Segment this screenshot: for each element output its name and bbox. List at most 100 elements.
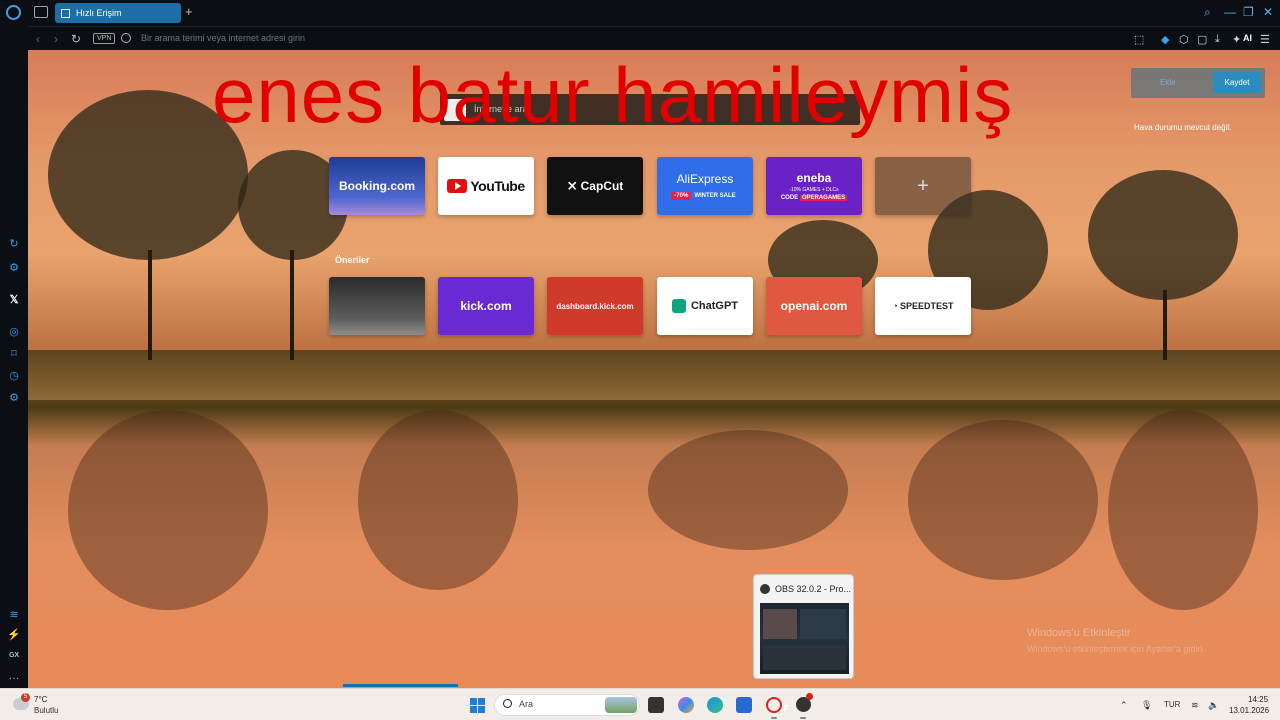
tab-islands-icon[interactable] bbox=[34, 6, 48, 18]
store-icon[interactable] bbox=[736, 697, 752, 713]
speed-dial-speedtest[interactable]: ◔ SPEEDTEST bbox=[875, 277, 971, 335]
update-icon[interactable]: ↻ bbox=[7, 237, 21, 250]
mouse-cursor bbox=[784, 705, 789, 713]
grid-icon bbox=[61, 8, 70, 18]
tile-label: eneba bbox=[796, 171, 832, 185]
speed-dial-dashboard-kick[interactable]: dashboard.kick.com bbox=[547, 277, 643, 335]
speed-dial-aliexpress[interactable]: AliExpress -70% WINTER SALE bbox=[657, 157, 753, 215]
search-icon bbox=[121, 33, 131, 43]
recording-indicator-icon bbox=[806, 693, 813, 700]
tree-reflection bbox=[68, 410, 268, 610]
obs-thumbnail[interactable] bbox=[760, 603, 849, 674]
start-button[interactable] bbox=[470, 698, 485, 713]
add-site-button[interactable]: + bbox=[875, 157, 971, 215]
speed-dial-eneba[interactable]: eneba -10% GAMES + DLCs CODE OPERAGAMES bbox=[766, 157, 862, 215]
search-highlight-image[interactable] bbox=[605, 697, 637, 713]
tree-reflection bbox=[908, 420, 1098, 580]
weather-save-button[interactable]: Kaydet bbox=[1213, 72, 1261, 93]
taskbar-search-label[interactable]: Ara bbox=[519, 699, 533, 709]
speed-dial-capcut[interactable]: ⨯ CapCut bbox=[547, 157, 643, 215]
running-indicator bbox=[800, 717, 806, 719]
history-icon[interactable]: ◷ bbox=[7, 369, 21, 382]
aliexpress-sale: WINTER SALE bbox=[694, 193, 736, 199]
wifi-icon[interactable]: ≋ bbox=[7, 608, 21, 621]
tab-speed-dial[interactable]: Hızlı Erişim bbox=[55, 3, 181, 23]
more-icon[interactable]: … bbox=[7, 670, 21, 682]
speed-dial-kick[interactable]: kick.com bbox=[438, 277, 534, 335]
capcut-icon: ⨯ bbox=[566, 178, 578, 193]
wifi-icon[interactable]: ≋ bbox=[1191, 700, 1199, 711]
obs-window-title: OBS 32.0.2 - Pro... bbox=[775, 584, 852, 594]
minimize-icon[interactable]: — bbox=[1224, 5, 1236, 19]
wallet-icon[interactable]: ◆ bbox=[1161, 33, 1169, 46]
tile-label: CapCut bbox=[580, 179, 624, 193]
snapshot-icon[interactable]: ⬚ bbox=[1134, 33, 1144, 46]
tree-trunk bbox=[1163, 290, 1167, 360]
address-input[interactable]: Bir arama terimi veya internet adresi gi… bbox=[141, 33, 305, 43]
youtube-play-icon bbox=[447, 179, 468, 193]
eneba-code-label: CODE bbox=[780, 195, 799, 201]
weather-add-button[interactable]: Ekle bbox=[1160, 78, 1176, 87]
clock-time[interactable]: 14:25 bbox=[1248, 695, 1268, 704]
speed-dial-youtube[interactable]: YouTube bbox=[438, 157, 534, 215]
chatgpt-icon bbox=[671, 299, 686, 313]
running-indicator bbox=[771, 717, 777, 719]
easy-setup-icon[interactable]: ▢ bbox=[1197, 33, 1207, 46]
eneba-code: CODE OPERAGAMES bbox=[780, 195, 848, 201]
close-icon[interactable]: ✕ bbox=[1263, 5, 1273, 19]
vpn-button[interactable]: VPN bbox=[93, 33, 116, 44]
taskbar-condition[interactable]: Bulutlu bbox=[34, 706, 58, 715]
maximize-icon[interactable]: ❐ bbox=[1243, 5, 1254, 19]
obs-program-pane bbox=[800, 609, 846, 639]
speed-dial-chatgpt[interactable]: ChatGPT bbox=[657, 277, 753, 335]
tile-label: kick.com bbox=[460, 299, 512, 313]
controller-icon[interactable]: ⚡ bbox=[7, 628, 21, 641]
search-tabs-icon[interactable]: ⌕ bbox=[1204, 5, 1211, 20]
opera-gx-taskbar-icon[interactable] bbox=[766, 697, 782, 713]
weather-message: Hava durumu mevcut değil. bbox=[1134, 123, 1232, 132]
aria-icon[interactable]: ✦ bbox=[1232, 33, 1241, 46]
screen: İnternette ara enes batur hamileymiş Boo… bbox=[0, 0, 1280, 720]
gx-icon[interactable]: GX bbox=[7, 652, 21, 659]
windows-activation-subtitle: Windows'u etkinleştirmek için Ayarlar'a … bbox=[1027, 644, 1205, 654]
speed-dial-openai[interactable]: openai.com bbox=[766, 277, 862, 335]
address-bar: ‹ › ↻ VPN Bir arama terimi veya internet… bbox=[28, 26, 1280, 50]
extensions-icon[interactable]: ⬡ bbox=[1179, 33, 1189, 46]
microphone-icon[interactable]: 🎙 bbox=[1141, 700, 1152, 711]
speed-dial-suggestion[interactable] bbox=[329, 277, 425, 335]
copilot-icon[interactable] bbox=[678, 697, 694, 713]
tile-label: AliExpress bbox=[676, 172, 734, 186]
clock-date[interactable]: 13.01.2026 bbox=[1229, 706, 1269, 715]
language-indicator[interactable]: TUR bbox=[1164, 700, 1180, 709]
edge-icon[interactable] bbox=[707, 697, 723, 713]
plus-icon: + bbox=[917, 174, 929, 197]
obs-preview-pane bbox=[763, 609, 797, 639]
back-icon[interactable]: ‹ bbox=[36, 32, 40, 46]
tree-reflection bbox=[358, 410, 518, 590]
file-explorer-icon[interactable] bbox=[648, 697, 664, 713]
x-twitter-icon[interactable]: 𝕏 bbox=[7, 293, 21, 306]
tile-label: YouTube bbox=[470, 178, 525, 194]
obs-icon bbox=[760, 584, 770, 594]
menu-icon[interactable]: ☰ bbox=[1260, 33, 1270, 46]
download-icon[interactable]: ⤓ bbox=[1215, 33, 1220, 46]
eneba-offer: -10% GAMES + DLCs bbox=[789, 187, 839, 193]
tree-trunk bbox=[290, 250, 294, 360]
reload-icon[interactable]: ↻ bbox=[71, 32, 81, 46]
chevron-up-icon[interactable]: ⌃ bbox=[1120, 700, 1128, 711]
tab-label: Hızlı Erişim bbox=[76, 8, 122, 18]
taskbar-temperature[interactable]: 7°C bbox=[34, 695, 47, 704]
opera-circle-icon[interactable]: ◎ bbox=[7, 325, 21, 338]
ai-button[interactable]: AI bbox=[1243, 33, 1252, 43]
search-icon bbox=[503, 699, 512, 708]
obs-docks bbox=[763, 645, 846, 670]
robot-icon[interactable]: ⚙ bbox=[7, 261, 21, 274]
new-tab-button[interactable]: + bbox=[185, 5, 193, 19]
forward-icon[interactable]: › bbox=[54, 32, 58, 46]
bookmark-icon[interactable]: ⌑ bbox=[7, 347, 21, 360]
obs-preview-popup[interactable]: OBS 32.0.2 - Pro... bbox=[753, 574, 854, 679]
opera-logo-icon[interactable] bbox=[6, 5, 21, 20]
settings-gear-icon[interactable]: ⚙ bbox=[7, 391, 21, 404]
volume-icon[interactable]: 🔈 bbox=[1208, 700, 1219, 711]
speed-dial-booking[interactable]: Booking.com bbox=[329, 157, 425, 215]
